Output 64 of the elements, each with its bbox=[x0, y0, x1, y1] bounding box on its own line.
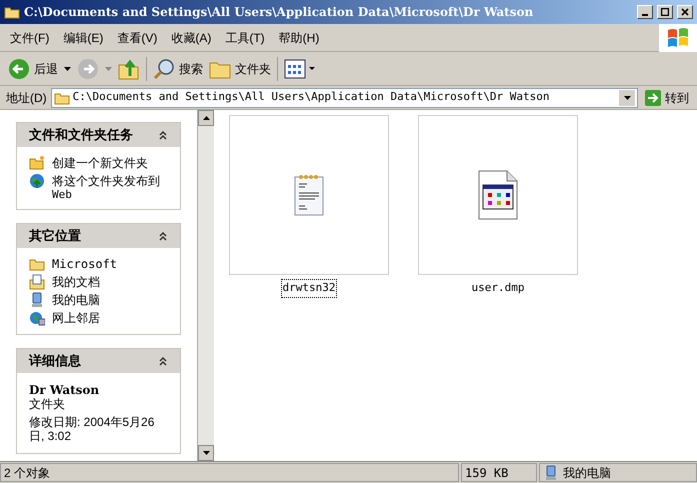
document-icon bbox=[478, 170, 518, 220]
panel-title: 其它位置 bbox=[29, 227, 81, 246]
maximize-button[interactable] bbox=[657, 5, 673, 19]
caret-icon[interactable] bbox=[64, 66, 71, 70]
views-icon[interactable] bbox=[284, 58, 316, 78]
maximize-icon bbox=[661, 8, 669, 16]
panel-title: 文件和文件夹任务 bbox=[29, 126, 133, 144]
scrollbar[interactable] bbox=[198, 110, 214, 461]
new-folder-icon bbox=[29, 155, 45, 171]
status-objects: 2 个对象 bbox=[0, 463, 459, 482]
item-type: 文件夹 bbox=[29, 397, 66, 411]
task-link[interactable]: 创建一个新文件夹 bbox=[52, 155, 148, 171]
computer-icon bbox=[29, 292, 45, 308]
caret-icon[interactable] bbox=[624, 96, 630, 100]
computer-icon bbox=[543, 464, 559, 480]
panel-header[interactable]: 详细信息 bbox=[17, 349, 180, 373]
go-button[interactable]: 转到 bbox=[642, 88, 691, 106]
file-name: drwtsn32 bbox=[280, 279, 338, 298]
menu-item[interactable]: 查看(V) bbox=[113, 28, 162, 46]
task-link[interactable]: 网上邻居 bbox=[52, 310, 100, 326]
window-title: C:\Documents and Settings\All Users\Application Data\Microsoft\Dr Watson bbox=[24, 4, 534, 21]
menu-item[interactable]: 工具(T) bbox=[221, 28, 269, 46]
dropdown-button[interactable] bbox=[619, 90, 635, 106]
menu-item[interactable]: 文件(F) bbox=[6, 28, 54, 46]
menu-item[interactable]: 收藏(A) bbox=[167, 28, 216, 46]
task-link[interactable]: 我的电脑 bbox=[52, 292, 100, 308]
task-link[interactable]: Microsoft bbox=[52, 256, 118, 272]
close-icon bbox=[681, 8, 689, 16]
globe-icon bbox=[29, 173, 45, 189]
task-link[interactable]: Web bbox=[52, 189, 160, 201]
zone-label: 我的电脑 bbox=[563, 464, 611, 482]
caret-icon[interactable] bbox=[202, 451, 210, 455]
modified-date: 修改日期: 2004年5月26日, 3:02 bbox=[29, 415, 156, 443]
panel-header[interactable]: 文件和文件夹任务 bbox=[17, 123, 180, 147]
notepad-icon bbox=[293, 173, 325, 217]
minimize-button[interactable] bbox=[637, 5, 653, 19]
search-icon bbox=[153, 58, 175, 80]
folders-button[interactable]: 文件夹 bbox=[209, 58, 271, 78]
network-icon bbox=[29, 310, 45, 326]
panel-title: 详细信息 bbox=[29, 352, 81, 370]
address-field[interactable]: C:\Documents and Settings\All Users\Application Data\Microsoft\Dr Watson bbox=[50, 88, 638, 108]
item-name: Dr Watson bbox=[29, 383, 100, 397]
collapse-icon[interactable] bbox=[158, 356, 168, 366]
menu-item[interactable]: 编辑(E) bbox=[59, 28, 108, 46]
search-button[interactable]: 搜索 bbox=[153, 58, 203, 80]
up-folder-icon[interactable] bbox=[118, 58, 140, 80]
scroll-down-button[interactable] bbox=[198, 445, 214, 461]
panel-header[interactable]: 其它位置 bbox=[17, 224, 180, 248]
scroll-up-button[interactable] bbox=[198, 110, 214, 126]
status-size: 159 KB bbox=[461, 463, 537, 482]
file-item[interactable]: user.dmp bbox=[418, 115, 578, 298]
close-button[interactable] bbox=[677, 5, 693, 19]
documents-icon bbox=[29, 274, 45, 290]
menu-item[interactable]: 帮助(H) bbox=[274, 28, 324, 46]
file-name: user.dmp bbox=[470, 280, 526, 296]
task-link[interactable]: 我的文档 bbox=[52, 274, 100, 290]
file-item[interactable]: drwtsn32 bbox=[229, 115, 389, 298]
collapse-icon[interactable] bbox=[158, 231, 168, 241]
back-button[interactable]: 后退 bbox=[8, 58, 58, 80]
address-label: 地址(D) bbox=[6, 90, 47, 106]
task-link[interactable]: 将这个文件夹发布到 bbox=[52, 173, 160, 189]
up-arrow-icon[interactable] bbox=[202, 116, 210, 120]
windows-flag-icon bbox=[667, 28, 689, 48]
collapse-icon[interactable] bbox=[158, 130, 168, 140]
